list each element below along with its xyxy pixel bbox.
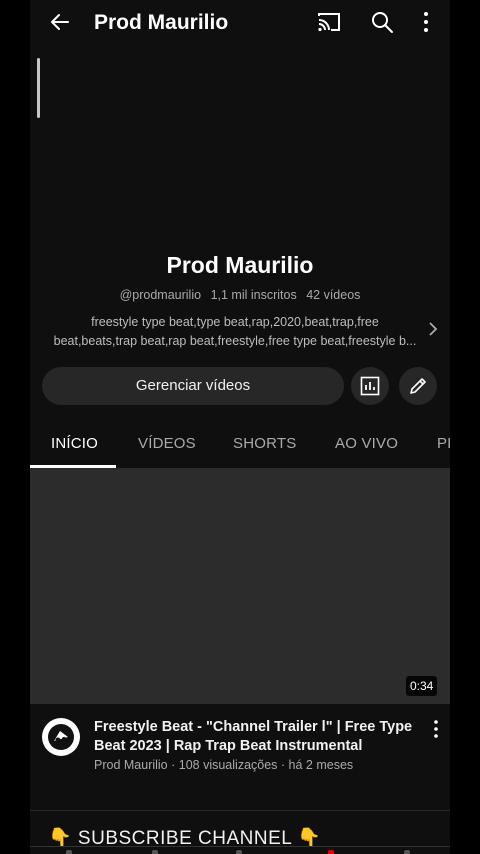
edit-channel-button[interactable] — [399, 367, 437, 405]
chevron-right-icon[interactable] — [426, 320, 440, 338]
video-duration-badge: 0:34 — [406, 676, 438, 696]
tab-ao-vivo[interactable]: AO VIVO — [335, 435, 398, 452]
app-bar: Prod Maurilio — [30, 0, 450, 44]
channel-name: Prod Maurilio — [166, 252, 314, 278]
tab-shorts[interactable]: SHORTS — [233, 435, 296, 452]
video-count: 42 vídeos — [306, 288, 361, 302]
video-more-icon[interactable] — [428, 718, 444, 740]
nav-shorts-icon[interactable] — [152, 850, 158, 854]
video-views: 108 visualizações — [178, 758, 278, 772]
subscriber-count: 1,1 mil inscritos — [210, 288, 297, 302]
analytics-button[interactable] — [351, 367, 389, 405]
channel-handle: @prodmaurilio — [119, 288, 202, 302]
channel-meta: @prodmaurilio 1,1 mil inscritos 42 vídeo… — [30, 288, 450, 302]
channel-avatar[interactable] — [42, 718, 80, 756]
tab-inicio[interactable]: INÍCIO — [51, 435, 98, 452]
channel-tabs: INÍCIO VÍDEOS SHORTS AO VIVO PL — [30, 424, 450, 469]
featured-video-meta: Prod Maurilio · 108 visualizações · há 2… — [94, 758, 354, 772]
pencil-icon — [410, 378, 426, 394]
manage-videos-button[interactable]: Gerenciar vídeos — [42, 367, 344, 405]
music-logo-icon — [48, 724, 74, 750]
description-line: beat,beats,trap beat,rap beat,freestyle,… — [53, 334, 417, 348]
scrollbar[interactable] — [37, 58, 40, 118]
bottom-navigation — [30, 846, 450, 854]
nav-home-icon[interactable] — [66, 850, 72, 854]
app-bar-title: Prod Maurilio — [94, 11, 229, 34]
description-line: freestyle type beat,type beat,rap,2020,b… — [91, 315, 379, 329]
section-divider — [30, 810, 450, 811]
featured-video-thumbnail[interactable] — [30, 468, 450, 704]
back-arrow-icon[interactable] — [48, 10, 72, 34]
cast-icon[interactable] — [316, 10, 342, 34]
analytics-icon — [360, 376, 380, 396]
nav-create-icon[interactable] — [236, 850, 242, 854]
video-age: há 2 meses — [288, 758, 354, 772]
more-options-icon[interactable] — [416, 10, 436, 34]
tab-playlists[interactable]: PL — [437, 435, 450, 452]
search-icon[interactable] — [370, 10, 394, 34]
channel-description[interactable]: freestyle type beat,type beat,rap,2020,b… — [40, 313, 430, 351]
tab-videos[interactable]: VÍDEOS — [138, 435, 196, 452]
featured-video-title[interactable]: Freestyle Beat - "Channel Trailer l" | F… — [94, 718, 414, 756]
channel-screen: Prod Maurilio Prod Maurilio @prodmaurili… — [30, 0, 450, 854]
nav-library-icon[interactable] — [404, 850, 410, 854]
nav-subscriptions-icon[interactable] — [328, 850, 334, 854]
video-channel-name: Prod Maurilio — [94, 758, 168, 772]
